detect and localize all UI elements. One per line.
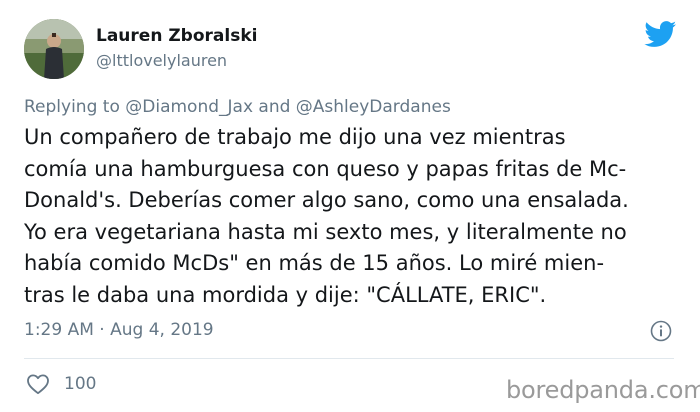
user-handle[interactable]: @lttlovelylauren [96, 51, 227, 70]
mention-ashley-dardanes[interactable]: @AshleyDardanes [296, 97, 451, 117]
tweet-timestamp[interactable]: 1:29 AM · Aug 4, 2019 [24, 320, 214, 340]
tweet-time: 1:29 AM [24, 320, 94, 340]
like-count: 100 [64, 374, 97, 394]
tweet-date: Aug 4, 2019 [110, 320, 214, 340]
divider [24, 358, 674, 359]
user-display-name[interactable]: Lauren Zboralski [96, 26, 257, 46]
heart-icon[interactable] [26, 373, 50, 395]
avatar-photo [24, 19, 84, 79]
mention-diamond-jax[interactable]: @Diamond_Jax [125, 97, 253, 117]
replying-conjunction: and [258, 97, 291, 117]
tweet-text: Un compañero de trabajo me dijo una vez … [24, 122, 684, 311]
tweet-line: Un compañero de trabajo me dijo una vez … [24, 125, 566, 149]
tweet-line: Donald's. Deberías comer algo sano, como… [24, 188, 629, 212]
twitter-bird-icon[interactable] [644, 21, 677, 48]
tweet-line: Yo era vegetariana hasta mi sexto mes, y… [24, 219, 627, 244]
timestamp-separator: · [99, 320, 105, 340]
replying-prefix: Replying to [24, 97, 120, 117]
replying-to: Replying to @Diamond_Jax and @AshleyDard… [24, 97, 451, 117]
boredpanda-watermark: boredpanda.com [506, 376, 700, 404]
tweet-line: tras le daba una mordida y dije: "CÁLLAT… [24, 282, 547, 307]
avatar[interactable] [24, 19, 84, 79]
tweet-line: comía una hamburguesa con queso y papas … [24, 156, 627, 181]
tweet-line: había comido McDs" en más de 15 años. Lo… [24, 251, 605, 275]
info-icon[interactable] [650, 320, 672, 342]
